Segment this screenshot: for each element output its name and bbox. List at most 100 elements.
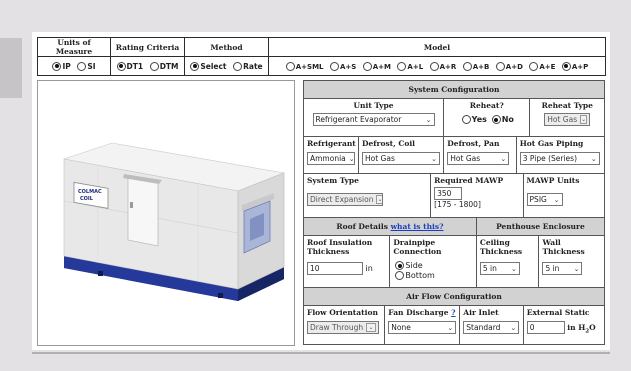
rating-dtm-label: DTM <box>159 61 179 71</box>
roof-insulation-unit: in <box>365 264 373 273</box>
chevron-down-icon: ⌄ <box>425 115 432 124</box>
unit-type-select[interactable]: Refrigerant Evaporator ⌄ <box>312 113 435 126</box>
nameplate-text: COLMAC <box>78 189 102 195</box>
model-asml-radio[interactable] <box>285 61 295 71</box>
reheat-no-label: No <box>501 115 514 124</box>
wall-thickness-label: Wall Thickness <box>542 238 585 256</box>
chevron-down-icon: ⌄ <box>510 323 517 332</box>
air-inlet-label: Air Inlet <box>463 308 499 317</box>
defrost-pan-label: Defrost, Pan <box>447 139 500 148</box>
model-option-label: A+B <box>472 62 490 71</box>
required-mawp-input[interactable]: 350 <box>434 187 463 200</box>
evaporator-unit-illustration: COLMAC COIL <box>63 142 286 301</box>
roof-details-help-link[interactable]: what is this? <box>391 222 444 231</box>
roof-details-title: Roof Details <box>336 222 388 231</box>
mawp-units-value: PSIG <box>529 195 547 204</box>
mawp-range: [175 - 1800] <box>434 200 481 209</box>
defrost-pan-value: Hot Gas <box>450 154 481 163</box>
model-option-label: A+R <box>439 62 457 71</box>
hot-gas-piping-select[interactable]: 3 Pipe (Series) ⌄ <box>519 152 600 165</box>
reheat-yes-label: Yes <box>471 115 487 124</box>
fan-discharge-label: Fan Discharge <box>388 308 449 317</box>
ceiling-thickness-label: Ceiling Thickness <box>479 238 523 256</box>
refrigerant-select[interactable]: Ammonia ⌄ <box>307 152 355 165</box>
air-inlet-select[interactable]: Standard ⌄ <box>463 321 520 334</box>
units-ip-radio[interactable] <box>52 61 62 71</box>
unit-image-panel: COLMAC COIL <box>37 80 295 346</box>
drainpipe-side-radio[interactable] <box>395 261 405 270</box>
drainpipe-side-label: Side <box>405 261 423 270</box>
method-header: Method <box>184 37 269 57</box>
footer-divider <box>32 352 610 354</box>
reheat-no-radio[interactable] <box>491 115 501 124</box>
system-type-select[interactable]: Direct Expansion ⌄ <box>307 193 383 206</box>
model-option-label: A+L <box>407 62 424 71</box>
method-rate-radio[interactable] <box>233 61 243 71</box>
model-ae-radio[interactable] <box>529 61 539 71</box>
fan-discharge-help-link[interactable]: ? <box>451 308 455 317</box>
reheat-type-label: Reheat Type <box>541 101 593 110</box>
chevron-down-icon: ⌄ <box>510 264 517 273</box>
roof-insulation-input[interactable]: 10 <box>307 262 363 275</box>
unit-type-label: Unit Type <box>353 101 394 110</box>
model-header: Model <box>268 37 606 57</box>
reheat-type-value: Hot Gas <box>547 115 578 124</box>
mawp-units-select[interactable]: PSIG ⌄ <box>526 193 563 206</box>
drainpipe-label: Drainpipe Connection <box>393 238 442 256</box>
penthouse-enclosure-header: Penthouse Enclosure <box>476 218 604 235</box>
chevron-down-icon: ⌄ <box>590 154 597 163</box>
defrost-coil-select[interactable]: Hot Gas ⌄ <box>362 152 440 165</box>
units-si-label: SI <box>87 61 96 71</box>
defrost-coil-value: Hot Gas <box>365 154 395 163</box>
units-header: Units of Measure <box>37 37 111 57</box>
chevron-down-icon: ⌄ <box>348 154 355 163</box>
hot-gas-piping-value: 3 Pipe (Series) <box>522 154 577 163</box>
system-type-value: Direct Expansion <box>310 195 374 204</box>
ceiling-thickness-select[interactable]: 5 in ⌄ <box>479 262 520 275</box>
model-option-label: A+E <box>539 62 556 71</box>
reheat-yes-radio[interactable] <box>461 115 471 124</box>
model-am-radio[interactable] <box>362 61 372 71</box>
hot-gas-piping-label: Hot Gas Piping <box>519 139 584 148</box>
rating-dtm-radio[interactable] <box>149 61 159 71</box>
refrigerant-label: Refrigerant <box>307 139 356 148</box>
unit-type-value: Refrigerant Evaporator <box>315 115 402 124</box>
wall-thickness-select[interactable]: 5 in ⌄ <box>542 262 583 275</box>
chevron-down-icon: ⌄ <box>366 323 376 332</box>
defrost-pan-select[interactable]: Hot Gas ⌄ <box>447 152 510 165</box>
model-ad-radio[interactable] <box>495 61 505 71</box>
roof-insulation-label: Roof Insulation Thickness <box>307 238 373 256</box>
reheat-type-select[interactable]: Hot Gas ⌄ <box>544 113 591 126</box>
roof-details-header: Roof Details what is this? <box>304 218 477 235</box>
reheat-label: Reheat? <box>469 101 504 110</box>
unit-suffix: O <box>589 323 596 332</box>
system-type-label: System Type <box>307 176 359 185</box>
rating-dt1-radio[interactable] <box>116 61 126 71</box>
drainpipe-bottom-radio[interactable] <box>395 271 405 280</box>
model-ap-radio[interactable] <box>561 61 571 71</box>
rating-header: Rating Criteria <box>110 37 185 57</box>
system-config-title: System Configuration <box>304 81 604 98</box>
fan-discharge-select[interactable]: None ⌄ <box>388 321 457 334</box>
method-select-radio[interactable] <box>190 61 200 71</box>
chevron-down-icon: ⌄ <box>573 264 580 273</box>
model-ar-radio[interactable] <box>429 61 439 71</box>
model-as-radio[interactable] <box>329 61 339 71</box>
defrost-coil-label: Defrost, Coil <box>362 139 416 148</box>
flow-orientation-select[interactable]: Draw Through ⌄ <box>307 321 379 334</box>
ceiling-thickness-value: 5 in <box>482 264 497 273</box>
model-option-label: A+D <box>505 62 523 71</box>
units-options: IP SI <box>37 56 111 76</box>
units-si-radio[interactable] <box>77 61 87 71</box>
chevron-down-icon: ⌄ <box>553 195 560 204</box>
method-rate-label: Rate <box>243 61 263 71</box>
external-static-input[interactable]: 0 <box>526 321 565 334</box>
chevron-down-icon: ⌄ <box>580 115 588 124</box>
wall-thickness-value: 5 in <box>545 264 560 273</box>
model-option-label: A+S <box>339 62 357 71</box>
refrigerant-value: Ammonia <box>310 154 346 163</box>
side-strip <box>0 38 22 98</box>
model-ab-radio[interactable] <box>462 61 472 71</box>
unit-prefix: in H <box>567 323 586 332</box>
model-al-radio[interactable] <box>397 61 407 71</box>
